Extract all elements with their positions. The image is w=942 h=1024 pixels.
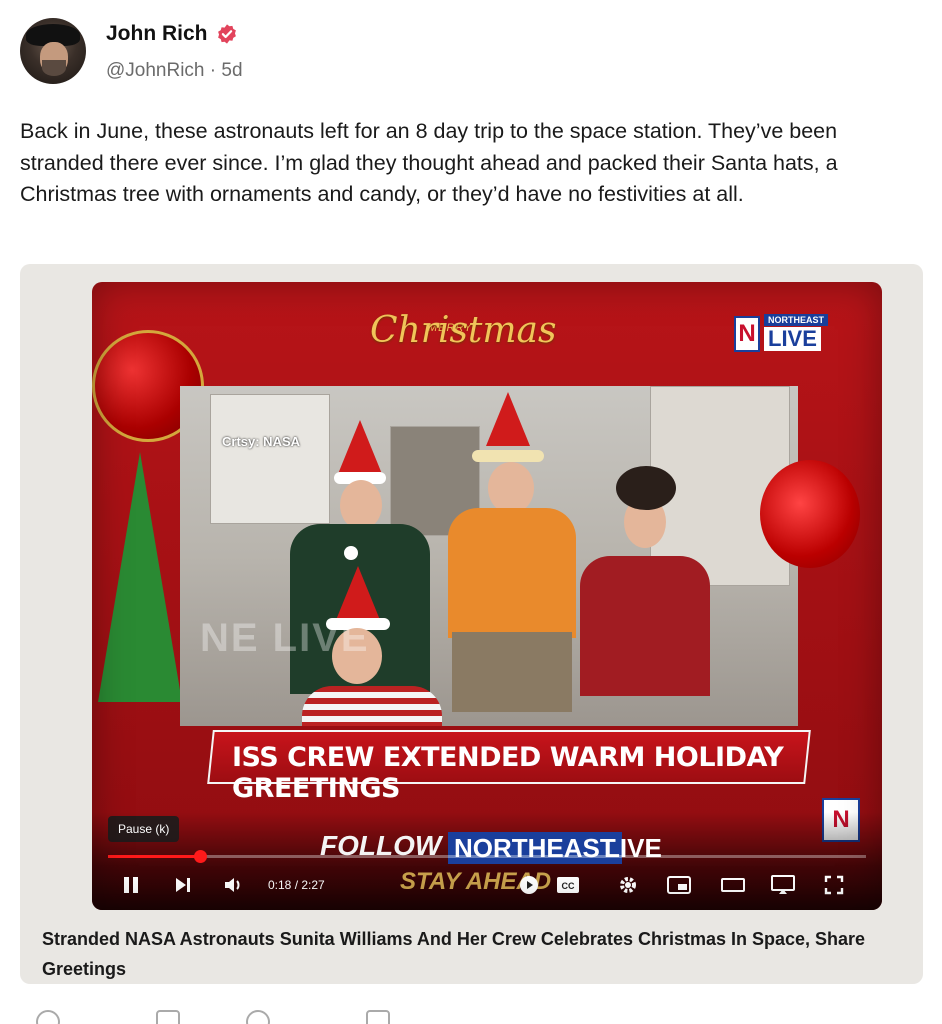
author-info: John Rich @JohnRich · 5d: [106, 22, 243, 82]
video-player[interactable]: MERRY Christmas N NORTHEAST LIVE Crtsy: …: [92, 282, 882, 910]
meta-separator: ·: [209, 60, 217, 81]
verified-badge-icon: [217, 24, 236, 44]
author-handle[interactable]: @JohnRich: [106, 60, 205, 81]
post-text: Back in June, these astronauts left for …: [20, 119, 838, 206]
handle-row: @JohnRich · 5d: [106, 60, 243, 82]
like-icon[interactable]: [246, 1010, 270, 1024]
post-actions: [20, 1010, 440, 1024]
post-age[interactable]: 5d: [221, 60, 242, 81]
video-vignette: [92, 282, 882, 910]
video-card[interactable]: MERRY Christmas N NORTHEAST LIVE Crtsy: …: [20, 264, 923, 984]
video-caption[interactable]: Stranded NASA Astronauts Sunita Williams…: [42, 924, 912, 984]
author-name-row[interactable]: John Rich: [106, 22, 243, 46]
bookmark-icon[interactable]: [366, 1010, 390, 1024]
author-name[interactable]: John Rich: [106, 22, 208, 46]
reply-icon[interactable]: [36, 1010, 60, 1024]
repost-icon[interactable]: [156, 1010, 180, 1024]
avatar[interactable]: [20, 18, 86, 84]
post-header: John Rich @JohnRich · 5d: [20, 18, 243, 84]
avatar-beard: [42, 60, 66, 76]
